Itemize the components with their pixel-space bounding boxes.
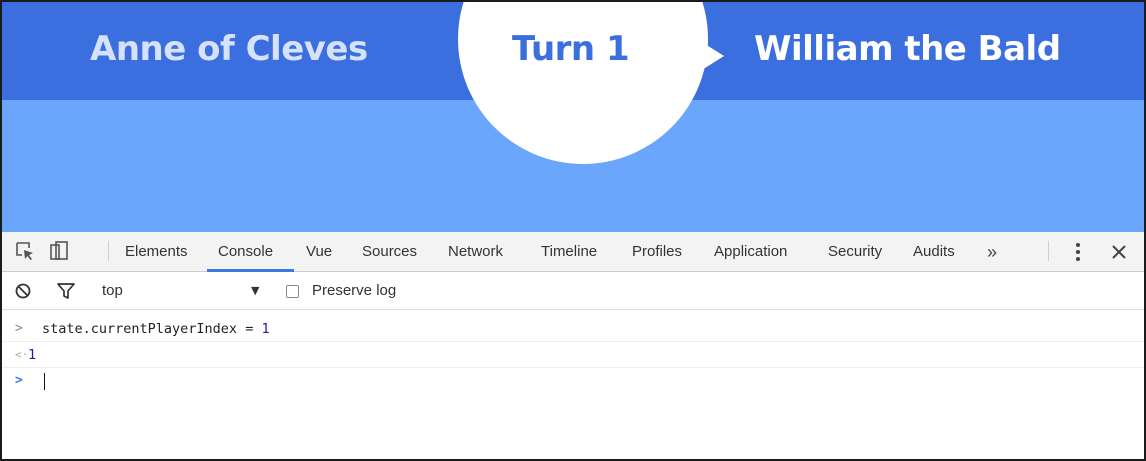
tab-audits[interactable]: Audits bbox=[913, 232, 955, 272]
window-frame: Anne of Cleves William the Bald Turn 1 E… bbox=[0, 0, 1146, 461]
app-area: Anne of Cleves William the Bald Turn 1 bbox=[2, 2, 1144, 232]
turn-arrow-icon bbox=[686, 32, 724, 80]
preserve-log-label[interactable]: Preserve log bbox=[312, 272, 396, 310]
devtools-panel: Elements Console Vue Sources Network Tim… bbox=[2, 232, 1144, 459]
console-result-value: 1 bbox=[28, 347, 37, 363]
console-prompt-line[interactable]: > bbox=[2, 368, 1144, 394]
device-toolbar-icon[interactable] bbox=[48, 240, 70, 262]
tabbar-separator bbox=[108, 241, 109, 261]
tab-security[interactable]: Security bbox=[828, 232, 882, 272]
result-arrow-icon: <· bbox=[15, 348, 29, 361]
player-name-right: William the Bald bbox=[754, 29, 1061, 69]
console-entry-input: > state.currentPlayerIndex = 1 bbox=[2, 316, 1144, 342]
console-entry-result: <· 1 bbox=[2, 342, 1144, 368]
turn-label: Turn 1 bbox=[512, 29, 630, 69]
clear-console-icon[interactable] bbox=[14, 282, 32, 300]
prompt-chevron-icon: > bbox=[15, 373, 23, 388]
player-name-left: Anne of Cleves bbox=[90, 29, 368, 69]
context-select[interactable]: top bbox=[102, 272, 123, 310]
text-cursor bbox=[44, 373, 45, 390]
tab-timeline[interactable]: Timeline bbox=[541, 232, 597, 272]
input-prompt-icon: > bbox=[15, 321, 23, 336]
more-vert-icon[interactable] bbox=[1068, 240, 1088, 264]
tab-vue[interactable]: Vue bbox=[306, 232, 332, 272]
tab-sources[interactable]: Sources bbox=[362, 232, 417, 272]
devtools-tabbar: Elements Console Vue Sources Network Tim… bbox=[2, 232, 1144, 272]
preserve-log-checkbox[interactable] bbox=[286, 285, 299, 298]
tab-elements[interactable]: Elements bbox=[125, 232, 188, 272]
tab-profiles[interactable]: Profiles bbox=[632, 232, 682, 272]
tab-network[interactable]: Network bbox=[448, 232, 503, 272]
console-output[interactable]: > state.currentPlayerIndex = 1 <· 1 > bbox=[2, 310, 1144, 459]
tabbar-separator bbox=[1048, 241, 1049, 261]
close-icon[interactable] bbox=[1109, 242, 1129, 262]
inspect-icon[interactable] bbox=[14, 240, 36, 262]
tab-console[interactable]: Console bbox=[218, 232, 273, 272]
console-toolbar: top ▼ Preserve log bbox=[2, 272, 1144, 310]
filter-icon[interactable] bbox=[56, 282, 76, 300]
chevron-down-icon[interactable]: ▼ bbox=[251, 272, 259, 310]
tab-application[interactable]: Application bbox=[714, 232, 787, 272]
more-tabs-icon[interactable]: » bbox=[987, 232, 997, 272]
console-entry-text: state.currentPlayerIndex = 1 bbox=[42, 321, 270, 337]
